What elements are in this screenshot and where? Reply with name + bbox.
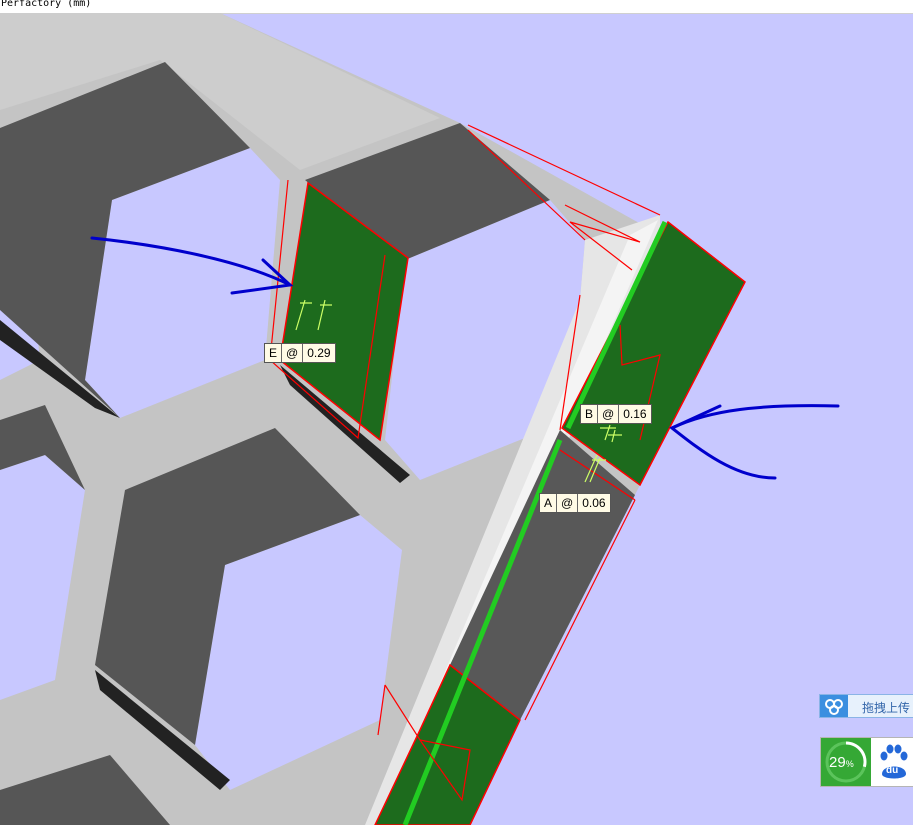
cloud-icon xyxy=(820,695,848,717)
label-id: A xyxy=(540,494,558,512)
label-E: E @ 0.29 xyxy=(264,343,336,363)
label-at: @ xyxy=(282,344,304,362)
window-title: Perfactory (mm) xyxy=(1,0,92,9)
baidu-netdisk-widget[interactable]: 29% du xyxy=(820,737,913,787)
title-bar: Perfactory (mm) xyxy=(0,0,913,14)
scene-svg xyxy=(0,13,840,825)
label-value: 0.29 xyxy=(307,346,331,360)
label-value: 0.06 xyxy=(582,496,606,510)
label-at: @ xyxy=(598,405,620,423)
label-value: 0.16 xyxy=(623,407,647,421)
baidu-paw-icon: du xyxy=(877,744,911,780)
progress-percent: 29 xyxy=(829,754,846,771)
label-B: B @ 0.16 xyxy=(580,404,652,424)
baidu-upload-button[interactable]: 拖拽上传 xyxy=(819,694,913,718)
percent-sign: % xyxy=(845,759,854,769)
upload-label: 拖拽上传 xyxy=(862,701,911,715)
label-id: B xyxy=(581,405,599,423)
label-id: E xyxy=(265,344,283,362)
upload-progress: 29% xyxy=(821,738,871,786)
label-at: @ xyxy=(557,494,579,512)
baidu-logo-text: du xyxy=(886,765,899,776)
3d-viewport[interactable]: E @ 0.29 B @ 0.16 A @ 0.06 xyxy=(0,13,913,825)
label-A: A @ 0.06 xyxy=(539,493,611,513)
